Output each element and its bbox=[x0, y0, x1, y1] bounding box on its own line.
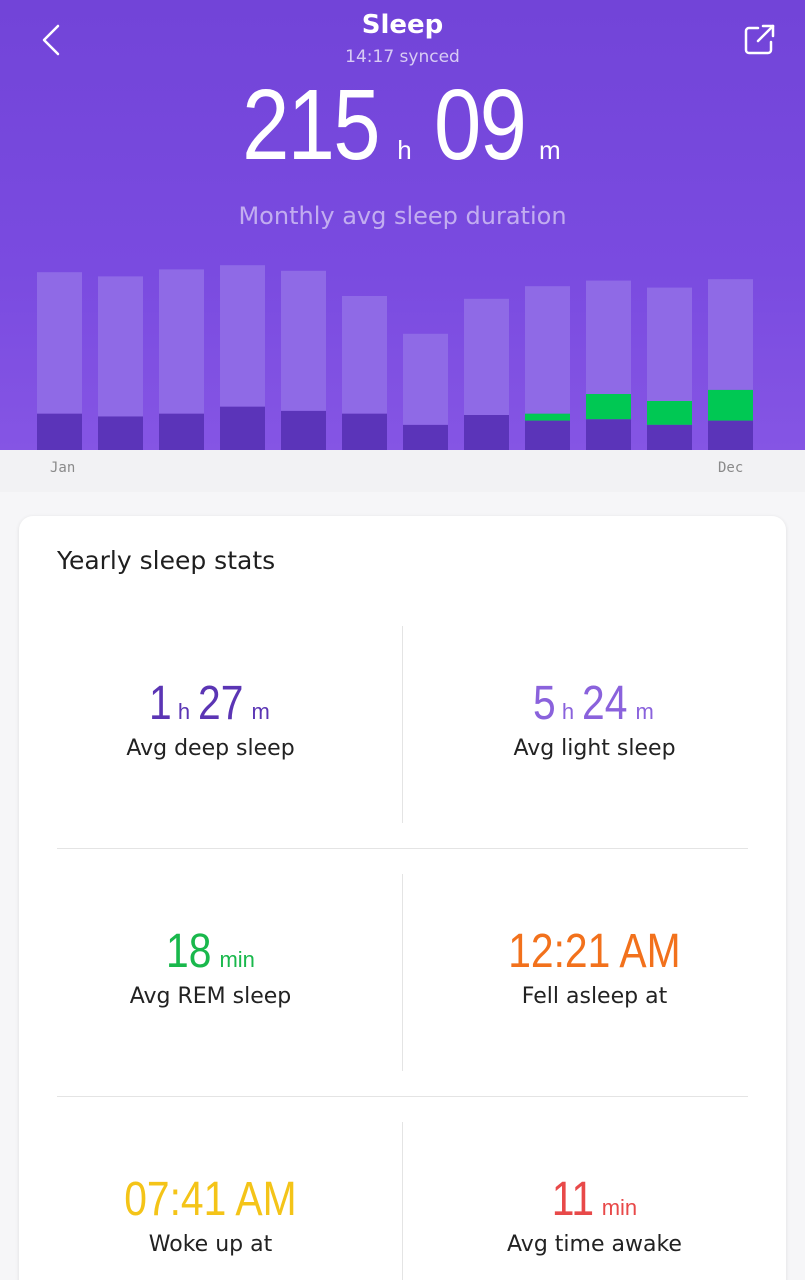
bar-segment-1-12 bbox=[708, 389, 753, 421]
bar-segment-1-10 bbox=[586, 394, 631, 420]
bar-segment-2-3 bbox=[159, 269, 204, 414]
awake-unit: min bbox=[601, 1195, 638, 1220]
bar-segment-2-9 bbox=[525, 286, 570, 414]
bar-segment-0-4 bbox=[220, 406, 265, 450]
fell-asleep-time: 12:21 AM bbox=[508, 925, 681, 978]
stat-deep-sleep: 1 h 27 m Avg deep sleep bbox=[19, 676, 402, 761]
bar-segment-0-9 bbox=[525, 420, 570, 450]
stat-value: 1 h 27 m bbox=[19, 676, 402, 732]
minutes-value: 27 bbox=[198, 677, 244, 730]
bar-segment-2-2 bbox=[98, 276, 143, 417]
bar-segment-1-11 bbox=[647, 401, 692, 425]
bar-segment-2-7 bbox=[403, 333, 448, 425]
total-duration: 215 h 09 m bbox=[0, 68, 805, 183]
stat-fell-asleep: 12:21 AM Fell asleep at bbox=[403, 924, 786, 1009]
chart-subtitle: Monthly avg sleep duration bbox=[238, 202, 567, 230]
stat-value: 12:21 AM bbox=[403, 924, 786, 980]
hours-unit: h bbox=[397, 135, 412, 165]
bar-segment-2-10 bbox=[586, 280, 631, 394]
stat-value: 18 min bbox=[19, 924, 402, 980]
stat-light-sleep: 5 h 24 m Avg light sleep bbox=[403, 676, 786, 761]
card-title: Yearly sleep stats bbox=[57, 546, 276, 575]
bar-segment-2-5 bbox=[281, 270, 326, 411]
axis-label-end: Dec bbox=[718, 460, 744, 476]
stat-time-awake: 11 min Avg time awake bbox=[403, 1172, 786, 1257]
divider bbox=[57, 848, 748, 849]
stat-label: Avg time awake bbox=[507, 1232, 682, 1257]
stat-value: 11 min bbox=[403, 1172, 786, 1228]
minutes-unit: m bbox=[251, 699, 270, 724]
minutes-value: 24 bbox=[582, 677, 628, 730]
rem-unit: min bbox=[219, 947, 255, 972]
page-title: Sleep bbox=[361, 10, 444, 40]
bar-segment-0-7 bbox=[403, 424, 448, 450]
divider bbox=[57, 1096, 748, 1097]
stat-woke-up: 07:41 AM Woke up at bbox=[19, 1172, 402, 1257]
hours-value: 5 bbox=[533, 677, 556, 730]
header: Sleep 14:17 synced 215 h 09 m Monthly avg s… bbox=[0, 0, 805, 450]
bar-segment-0-3 bbox=[159, 413, 204, 450]
stat-label: Avg REM sleep bbox=[129, 984, 292, 1009]
bar-segment-2-11 bbox=[647, 287, 692, 401]
stat-rem-sleep: 18 min Avg REM sleep bbox=[19, 924, 402, 1009]
stat-value: 5 h 24 m bbox=[403, 676, 786, 732]
bar-segment-0-8 bbox=[464, 415, 509, 450]
chart-axis bbox=[0, 450, 805, 492]
hours-value: 215 bbox=[242, 69, 380, 181]
bar-segment-0-2 bbox=[98, 416, 143, 450]
bar-segment-2-1 bbox=[37, 272, 82, 414]
monthly-sleep-chart[interactable] bbox=[0, 240, 805, 450]
stat-label: Woke up at bbox=[148, 1232, 273, 1257]
rem-value: 18 bbox=[166, 925, 212, 978]
bar-segment-1-9 bbox=[525, 413, 570, 421]
bar-segment-0-1 bbox=[37, 413, 82, 450]
bar-segment-0-11 bbox=[647, 424, 692, 450]
minutes-unit: m bbox=[538, 135, 561, 165]
awake-value: 11 bbox=[551, 1173, 594, 1226]
hours-value: 1 bbox=[149, 677, 172, 730]
woke-up-time: 07:41 AM bbox=[124, 1173, 297, 1226]
bar-segment-2-8 bbox=[464, 298, 509, 415]
bar-segment-0-12 bbox=[708, 420, 753, 450]
bar-segment-0-6 bbox=[342, 413, 387, 450]
bar-segment-0-10 bbox=[586, 419, 631, 450]
bar-segment-0-5 bbox=[281, 410, 326, 450]
bar-segment-2-4 bbox=[220, 265, 265, 407]
stat-label: Avg deep sleep bbox=[126, 736, 295, 761]
axis-label-start: Jan bbox=[50, 460, 76, 476]
stat-label: Avg light sleep bbox=[513, 736, 676, 761]
stat-value: 07:41 AM bbox=[19, 1172, 402, 1228]
sync-status: 14:17 synced bbox=[345, 47, 460, 67]
minutes-unit: m bbox=[635, 699, 654, 724]
stat-label: Fell asleep at bbox=[521, 984, 668, 1009]
yearly-stats-card: Yearly sleep stats 1 h 27 m Avg deep sleep … bbox=[19, 516, 786, 1280]
bar-segment-2-12 bbox=[708, 279, 753, 390]
share-icon[interactable] bbox=[738, 18, 782, 62]
hours-unit: h bbox=[177, 699, 191, 724]
minutes-value: 09 bbox=[433, 69, 527, 181]
hours-unit: h bbox=[561, 699, 575, 724]
bar-segment-2-6 bbox=[342, 296, 387, 414]
